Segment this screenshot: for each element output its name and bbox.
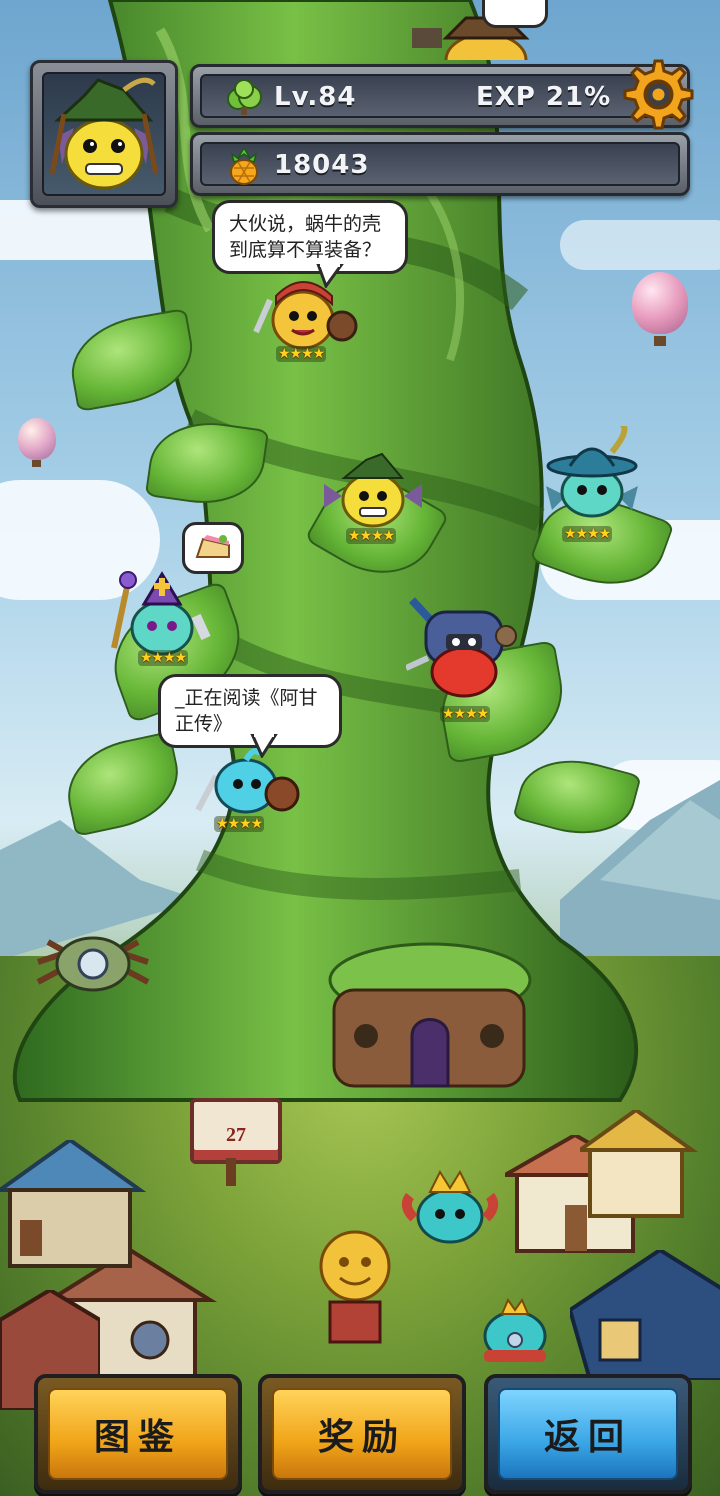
village-house (570, 1250, 720, 1380)
hero-stars: ★★★★ (214, 816, 265, 832)
player-avatar[interactable] (30, 60, 178, 208)
rewards-button[interactable]: 奖励 (258, 1374, 466, 1494)
spider-robot (36, 936, 150, 992)
hero-feather-hat-slime[interactable]: ★★★★ (546, 426, 638, 542)
coins-bar: 18043 (190, 132, 690, 196)
coin-count: 18043 (274, 150, 370, 180)
hero-stars: ★★★★ (440, 706, 491, 722)
speech-bubble-text: 大伙说，蜗牛的壳到底算不算装备？ (229, 213, 382, 261)
hero-armored-red-slime[interactable]: ★★★★ (406, 596, 517, 722)
hero-stars: ★★★★ (562, 526, 613, 542)
top-bubble-partial (482, 0, 548, 28)
golden-trophy-statue (319, 1230, 391, 1344)
signpost-number: 27 (226, 1124, 246, 1146)
village-house (580, 1110, 699, 1218)
collection-button[interactable]: 图鉴 (34, 1374, 242, 1494)
signpost-pole (226, 1158, 236, 1186)
pineapple-coin-icon (230, 146, 258, 185)
tree-house (328, 942, 532, 1088)
speech-bubble-top: 大伙说，蜗牛的壳到底算不算装备？ (212, 200, 408, 274)
king-slime (401, 1169, 499, 1244)
collection-button-label: 图鉴 (48, 1388, 228, 1480)
back-button[interactable]: 返回 (484, 1374, 692, 1494)
village-house (0, 1140, 147, 1268)
hero-bishop-slime[interactable]: ★★★★ (111, 568, 211, 666)
bush-icon (227, 79, 262, 115)
back-button-label: 返回 (498, 1388, 678, 1480)
exp-label: EXP 21% (476, 82, 612, 112)
hero-stars: ★★★★ (138, 650, 189, 666)
queen-slime (483, 1297, 547, 1362)
hero-stars: ★★★★ (276, 346, 327, 362)
rewards-button-label: 奖励 (272, 1388, 452, 1480)
level-label: Lv.84 (274, 82, 357, 112)
avatar-character (49, 77, 159, 190)
speech-bubble-text: _正在阅读《阿甘正传》 (175, 687, 318, 735)
cake-slice-icon (195, 535, 230, 558)
speech-bubble-food (182, 522, 244, 574)
signpost: 27 (190, 1098, 282, 1164)
hero-witch-lemon[interactable]: ★★★★ (324, 448, 422, 544)
bubble-tail (250, 734, 278, 758)
level-bar: Lv.84 EXP 21% (190, 59, 694, 130)
bubble-tail (316, 264, 344, 288)
gear-icon[interactable] (621, 57, 695, 131)
hero-stars: ★★★★ (346, 528, 397, 544)
